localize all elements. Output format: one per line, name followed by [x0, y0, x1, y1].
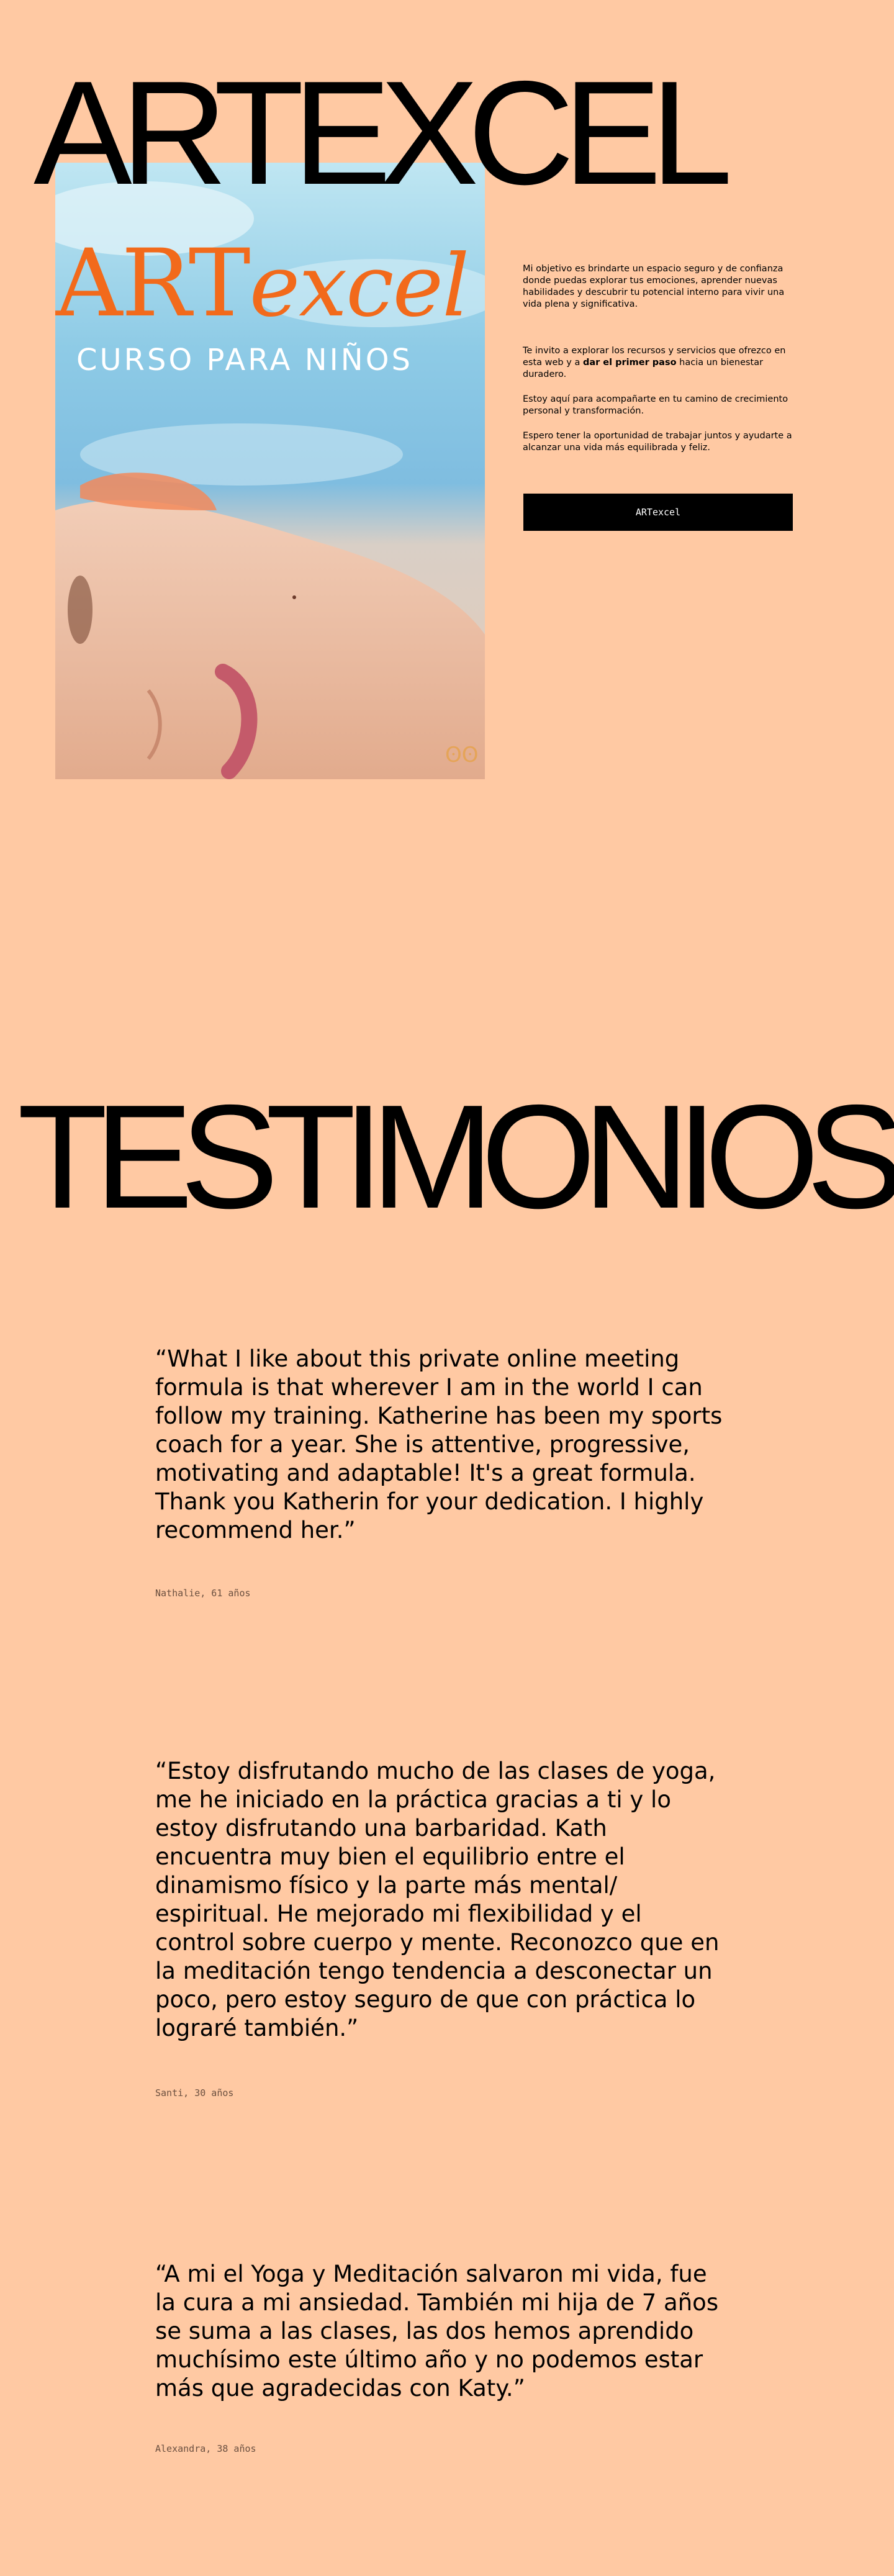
intro-text: Mi objetivo es brindarte un espacio segu…	[523, 263, 796, 467]
testimonials-heading: TESTIMONIOS	[17, 1075, 894, 1239]
intro-paragraph-4: Espero tener la oportunidad de trabajar …	[523, 431, 792, 453]
intro-p2-emphasis: dar el primer paso	[582, 358, 677, 368]
hero-brand-logo: ARTexcel	[55, 237, 469, 330]
hero-course-image: ʘʘ ARTexcel CURSO PARA NIÑOS	[55, 163, 485, 779]
intro-paragraph-2: Te invito a explorar los recursos y serv…	[523, 345, 796, 381]
artexcel-button[interactable]: ARTexcel	[523, 494, 793, 531]
testimonial-author: Santi, 30 años	[155, 2087, 234, 2099]
testimonial-author: Nathalie, 61 años	[155, 1588, 251, 1599]
testimonial-quote: “Estoy disfrutando mucho de las clases d…	[155, 1758, 720, 2041]
intro-paragraph-1: Mi objetivo es brindarte un espacio segu…	[523, 264, 785, 309]
testimonial-quote: “What I like about this private online m…	[155, 1345, 723, 1543]
intro-paragraph-3: Estoy aquí para acompañarte en tu camino…	[523, 394, 788, 416]
testimonial-card: “A mi el Yoga y Meditación salvaron mi v…	[155, 2260, 726, 2454]
testimonial-card: “Estoy disfrutando mucho de las clases d…	[155, 1757, 726, 2099]
site-title: ARTEXCEL	[34, 51, 733, 215]
hero-brand-part1: ART	[55, 230, 251, 338]
hero-subtitle: CURSO PARA NIÑOS	[76, 343, 413, 377]
hero-brand-part2: excel	[249, 236, 470, 336]
testimonial-author: Alexandra, 38 años	[155, 2443, 256, 2454]
svg-text:ʘʘ: ʘʘ	[445, 743, 479, 767]
testimonial-quote: “A mi el Yoga y Meditación salvaron mi v…	[155, 2261, 719, 2402]
testimonial-card: “What I like about this private online m…	[155, 1345, 726, 1599]
